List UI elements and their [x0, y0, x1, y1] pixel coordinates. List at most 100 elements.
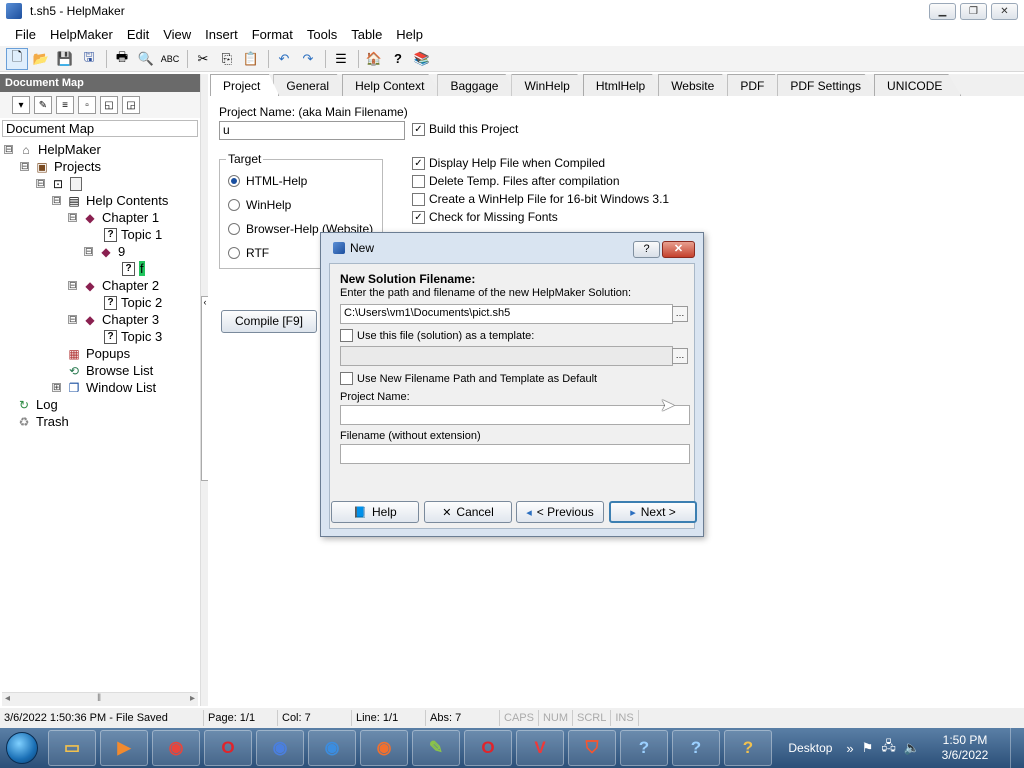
tab-help-context[interactable]: Help Context: [342, 74, 444, 96]
chrome-icon[interactable]: ◉: [152, 730, 200, 766]
tree-item-window-list[interactable]: ⊞ ❐ Window List: [52, 379, 156, 396]
help-icon[interactable]: ?: [387, 48, 409, 70]
tree-item-projects[interactable]: ⊟ ▣ Projects: [20, 158, 101, 175]
spellcheck-icon[interactable]: ABC: [159, 48, 181, 70]
default-path-checkbox[interactable]: Use New Filename Path and Template as De…: [340, 372, 597, 385]
dialog-help-action-button[interactable]: 📘 Help: [331, 501, 419, 523]
new-icon[interactable]: 🗋: [6, 47, 28, 70]
build-project-checkbox[interactable]: ✓ Build this Project: [412, 122, 518, 136]
tab-pdf[interactable]: PDF: [727, 74, 784, 96]
vivaldi-icon[interactable]: V: [516, 730, 564, 766]
cut-icon[interactable]: ✂: [192, 48, 214, 70]
tree-item-f[interactable]: ? f: [122, 260, 145, 277]
volume-icon[interactable]: 🔈: [904, 740, 920, 756]
menu-tools[interactable]: Tools: [300, 27, 344, 42]
dialog-close-button[interactable]: ✕: [662, 241, 695, 258]
save-all-icon[interactable]: 🖫: [78, 48, 100, 70]
undo-icon[interactable]: ↶: [273, 48, 295, 70]
help-viewer-2-icon[interactable]: ?: [672, 730, 720, 766]
menu-view[interactable]: View: [156, 27, 198, 42]
compile-icon[interactable]: 🏠: [363, 48, 385, 70]
flag-icon[interactable]: ⚑: [862, 740, 874, 756]
previous-button[interactable]: ◂ < Previous: [516, 501, 604, 523]
menu-edit[interactable]: Edit: [120, 27, 156, 42]
tree-item-chapter-1[interactable]: ⊟ ◆ Chapter 1: [68, 209, 159, 226]
close-button[interactable]: ✕: [991, 3, 1018, 20]
media-player-icon[interactable]: ▶: [100, 730, 148, 766]
tree-item-browse-list[interactable]: ⟲ Browse List: [66, 362, 153, 379]
show-desktop-button[interactable]: [1010, 728, 1024, 768]
opera-icon[interactable]: O: [204, 730, 252, 766]
app-tool-icon[interactable]: ✎: [412, 730, 460, 766]
expand-icon[interactable]: ◱: [100, 96, 118, 114]
tree-horizontal-scrollbar[interactable]: ◂ ‖ ▸: [2, 692, 198, 706]
scroll-right-icon[interactable]: ▸: [190, 693, 195, 704]
minimize-button[interactable]: ▁: [929, 3, 956, 20]
next-button[interactable]: ▸ Next >: [609, 501, 697, 523]
maximize-button[interactable]: ❐: [960, 3, 987, 20]
start-button[interactable]: [0, 728, 44, 768]
tree-item-popups[interactable]: ▦ Popups: [66, 345, 130, 362]
tab-baggage[interactable]: Baggage: [437, 74, 518, 96]
menu-help[interactable]: Help: [389, 27, 430, 42]
collapse-icon[interactable]: ⊟: [52, 196, 61, 205]
firefox-icon[interactable]: ◉: [360, 730, 408, 766]
tree-item-helpmaker[interactable]: ⊟ ⌂ HelpMaker: [4, 141, 101, 158]
tab-htmlhelp[interactable]: HtmlHelp: [582, 74, 665, 96]
dialog-filename-input[interactable]: [340, 444, 690, 464]
collapse-icon[interactable]: ⊟: [84, 247, 93, 256]
collapse-icon[interactable]: ⊟: [68, 281, 77, 290]
tab-website[interactable]: Website: [658, 74, 734, 96]
properties-icon[interactable]: ☰: [330, 48, 352, 70]
browse-path-button[interactable]: …: [672, 306, 688, 322]
page-icon[interactable]: ▫: [78, 96, 96, 114]
collapse-icon[interactable]: ⊟: [68, 213, 77, 222]
menu-file[interactable]: File: [8, 27, 43, 42]
tree-item-trash[interactable]: ♻ Trash: [16, 413, 69, 430]
list-icon[interactable]: ≡: [56, 96, 74, 114]
firefox-nightly-icon[interactable]: ◉: [308, 730, 356, 766]
tree-item-chapter-2[interactable]: ⊟ ◆ Chapter 2: [68, 277, 159, 294]
dialog-project-name-input[interactable]: [340, 405, 690, 425]
target-html-help-radio[interactable]: HTML-Help: [228, 174, 307, 188]
project-name-input[interactable]: u: [219, 121, 405, 140]
clock[interactable]: 1:50 PM 3/6/2022: [928, 733, 1002, 763]
scroll-thumb[interactable]: ‖: [97, 693, 101, 704]
add-topic-icon[interactable]: ▾: [12, 96, 30, 114]
tree-item-9[interactable]: ⊟ ◆ 9: [84, 243, 125, 260]
brave-icon[interactable]: ⛉: [568, 730, 616, 766]
tree-item-project[interactable]: ⊟ ⊡: [36, 175, 82, 192]
open-icon[interactable]: 📂: [30, 48, 52, 70]
tree-item-chapter-3[interactable]: ⊟ ◆ Chapter 3: [68, 311, 159, 328]
menu-helpmaker[interactable]: HelpMaker: [43, 27, 120, 42]
collapse-icon[interactable]: ⊟: [36, 179, 45, 188]
copy-icon[interactable]: ⎘: [216, 48, 238, 70]
opera-gx-icon[interactable]: O: [464, 730, 512, 766]
desktop-toolbar-label[interactable]: Desktop: [788, 741, 832, 755]
tree-item-topic-2[interactable]: ? Topic 2: [104, 294, 162, 311]
tab-pdf-settings[interactable]: PDF Settings: [777, 74, 881, 96]
panel-splitter[interactable]: ‹: [200, 74, 209, 706]
helpmaker-icon[interactable]: ?: [724, 730, 772, 766]
print-icon[interactable]: 🖶: [111, 48, 133, 70]
compile-button[interactable]: Compile [F9]: [221, 310, 317, 333]
print-preview-icon[interactable]: 🔍: [135, 48, 157, 70]
browse-template-button[interactable]: …: [672, 348, 688, 364]
dialog-help-button[interactable]: ?: [633, 241, 660, 258]
cancel-button[interactable]: ✕ Cancel: [424, 501, 512, 523]
menu-format[interactable]: Format: [245, 27, 300, 42]
tree-item-help-contents[interactable]: ⊟ ▤ Help Contents: [52, 192, 168, 209]
menu-table[interactable]: Table: [344, 27, 389, 42]
network-icon[interactable]: 🖧: [881, 737, 896, 759]
template-path-input[interactable]: [340, 346, 673, 366]
tree-item-log[interactable]: ↻ Log: [16, 396, 58, 413]
missing-fonts-checkbox[interactable]: ✓ Check for Missing Fonts: [412, 210, 558, 224]
firefox-dev-icon[interactable]: ◉: [256, 730, 304, 766]
tab-unicode[interactable]: UNICODE: [874, 74, 962, 96]
winhelp-16bit-checkbox[interactable]: Create a WinHelp File for 16-bit Windows…: [412, 192, 669, 206]
edit-topic-icon[interactable]: ✎: [34, 96, 52, 114]
target-winhelp-radio[interactable]: WinHelp: [228, 198, 291, 212]
tray-expand-icon[interactable]: »: [846, 741, 853, 756]
tab-winhelp[interactable]: WinHelp: [511, 74, 589, 96]
scroll-left-icon[interactable]: ◂: [5, 693, 10, 704]
